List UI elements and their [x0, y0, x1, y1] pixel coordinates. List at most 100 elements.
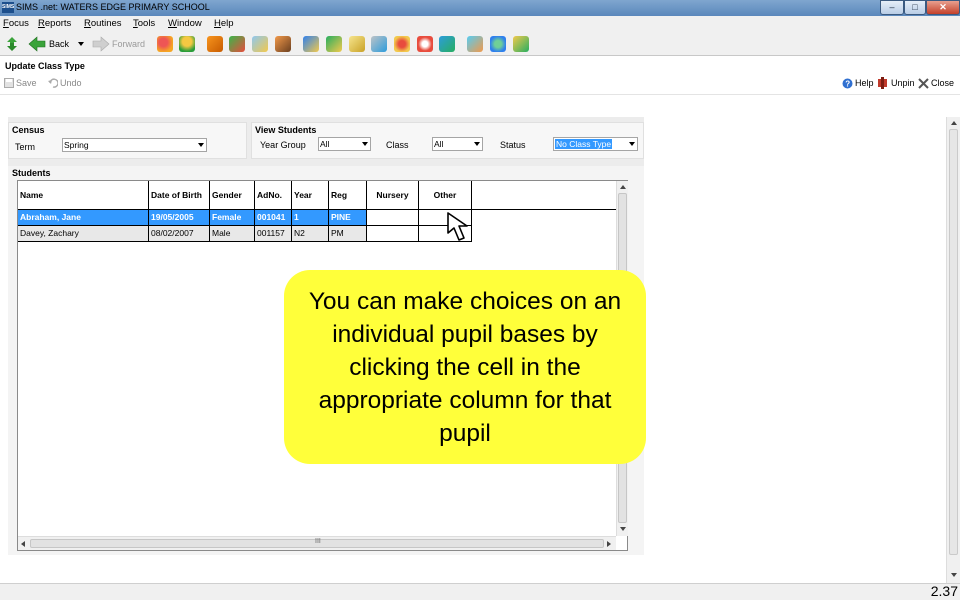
chevron-down-icon: [629, 142, 635, 146]
column-header-year[interactable]: Year: [292, 181, 329, 210]
minimize-button[interactable]: –: [880, 0, 904, 15]
save-button[interactable]: Save: [16, 78, 37, 88]
cell-dob[interactable]: 08/02/2007: [149, 226, 210, 242]
header-filler: [472, 181, 616, 210]
menu-help[interactable]: Help: [214, 18, 234, 29]
flag-icon[interactable]: [229, 36, 245, 52]
export-icon[interactable]: [439, 36, 455, 52]
column-header-reg[interactable]: Reg: [329, 181, 367, 210]
scroll-up-icon[interactable]: [951, 121, 957, 125]
column-header-dob[interactable]: Date of Birth: [149, 181, 210, 210]
scroll-up-icon[interactable]: [620, 185, 626, 189]
column-header-name[interactable]: Name: [18, 181, 149, 210]
column-header-adno[interactable]: AdNo.: [255, 181, 292, 210]
unpin-button[interactable]: Unpin: [891, 78, 915, 88]
year-group-value: All: [320, 139, 330, 149]
globe-icon[interactable]: [490, 36, 506, 52]
window-titlebar: SIMS SIMS .net: WATERS EDGE PRIMARY SCHO…: [0, 0, 960, 16]
census-panel: Census Term Spring: [8, 122, 247, 159]
scroll-grip: III: [315, 538, 321, 545]
undo-button[interactable]: Undo: [60, 78, 82, 88]
cell-name[interactable]: Davey, Zachary: [18, 226, 149, 242]
cell-nursery[interactable]: [367, 226, 419, 242]
cell-year[interactable]: 1: [292, 210, 329, 226]
back-arrow-icon[interactable]: [28, 36, 46, 52]
back-dropdown-icon[interactable]: [78, 42, 84, 47]
help-icon: ?: [842, 78, 853, 89]
staff-icon[interactable]: [275, 36, 291, 52]
menu-reports[interactable]: Reports: [38, 18, 71, 29]
menu-bar: Focus Reports Routines Tools Window Help: [0, 16, 960, 32]
mouse-pointer-icon: [447, 212, 468, 241]
book-icon[interactable]: [207, 36, 223, 52]
chart-icon[interactable]: [303, 36, 319, 52]
page-vertical-scroll-thumb[interactable]: [949, 129, 958, 555]
year-group-select[interactable]: All: [318, 137, 371, 151]
maximize-button[interactable]: □: [904, 0, 926, 15]
scroll-left-icon[interactable]: [21, 541, 25, 547]
cell-nursery[interactable]: [367, 210, 419, 226]
menu-routines[interactable]: Routines: [84, 18, 122, 29]
back-button[interactable]: Back: [49, 36, 69, 52]
cell-adno[interactable]: 001041: [255, 210, 292, 226]
forward-button[interactable]: Forward: [112, 36, 145, 52]
group-icon[interactable]: [394, 36, 410, 52]
column-header-nursery[interactable]: Nursery: [367, 181, 419, 210]
close-icon: [918, 78, 929, 89]
search-records-icon[interactable]: [467, 36, 483, 52]
term-label: Term: [15, 142, 35, 152]
menu-focus[interactable]: Focus: [3, 18, 29, 29]
clock-icon[interactable]: [417, 36, 433, 52]
cell-gender[interactable]: Male: [210, 226, 255, 242]
forward-arrow-icon[interactable]: [92, 36, 110, 52]
class-label: Class: [386, 140, 409, 150]
cell-dob[interactable]: 19/05/2005: [149, 210, 210, 226]
term-value: Spring: [64, 140, 89, 150]
scroll-right-icon[interactable]: [607, 541, 611, 547]
chevron-down-icon: [362, 142, 368, 146]
close-button[interactable]: Close: [931, 78, 954, 88]
column-header-other[interactable]: Other: [419, 181, 472, 210]
sims-logo-icon: SIMS: [2, 2, 14, 13]
person-icon[interactable]: [179, 36, 195, 52]
students-heading: Students: [12, 168, 51, 178]
undo-icon: [48, 78, 58, 88]
letter-icon[interactable]: [252, 36, 268, 52]
page-vertical-scrollbar[interactable]: [946, 117, 960, 583]
cell-year[interactable]: N2: [292, 226, 329, 242]
scroll-down-icon[interactable]: [620, 527, 626, 531]
status-select[interactable]: No Class Type: [553, 137, 638, 151]
scroll-down-icon[interactable]: [951, 573, 957, 577]
chevron-down-icon: [198, 143, 204, 147]
unpin-icon: [878, 77, 887, 89]
notes-icon[interactable]: [349, 36, 365, 52]
grid-horizontal-scrollbar[interactable]: III: [18, 536, 616, 550]
grid-horizontal-scroll-thumb[interactable]: III: [30, 538, 604, 548]
cell-gender[interactable]: Female: [210, 210, 255, 226]
window-title: SIMS .net: WATERS EDGE PRIMARY SCHOOL: [16, 2, 210, 12]
svg-text:?: ?: [845, 80, 850, 89]
save-icon: [4, 78, 14, 88]
cell-name[interactable]: Abraham, Jane: [18, 210, 149, 226]
term-select[interactable]: Spring: [62, 138, 207, 152]
status-value: No Class Type: [555, 139, 613, 149]
tutorial-callout: You can make choices on an individual pu…: [284, 270, 646, 464]
edit-icon[interactable]: [371, 36, 387, 52]
menu-tools[interactable]: Tools: [133, 18, 155, 29]
column-header-gender[interactable]: Gender: [210, 181, 255, 210]
assessment-icon[interactable]: [326, 36, 342, 52]
close-window-button[interactable]: ✕: [926, 0, 960, 15]
cell-adno[interactable]: 001157: [255, 226, 292, 242]
status-bar: [0, 583, 960, 600]
menu-window[interactable]: Window: [168, 18, 202, 29]
refresh-icon[interactable]: [4, 36, 20, 52]
cell-reg[interactable]: PM: [329, 226, 367, 242]
help-button[interactable]: Help: [855, 78, 874, 88]
census-heading: Census: [12, 125, 45, 135]
class-select[interactable]: All: [432, 137, 483, 151]
students-icon[interactable]: [157, 36, 173, 52]
year-group-label: Year Group: [260, 140, 306, 150]
folder-icon[interactable]: [513, 36, 529, 52]
page-header: Update Class Type Save Undo ? Help Unpin…: [0, 57, 960, 95]
cell-reg[interactable]: PINE: [329, 210, 367, 226]
